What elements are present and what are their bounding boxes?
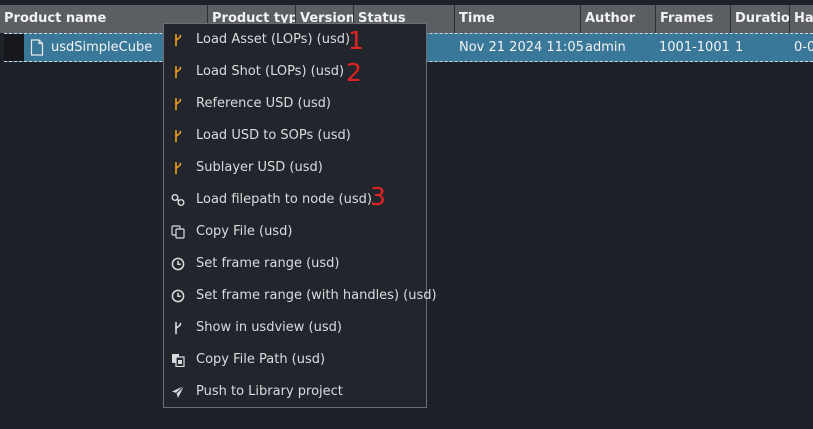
column-header-duration[interactable]: Duration	[731, 5, 790, 33]
annotation-number-1: 1	[348, 26, 364, 55]
row-gutter	[4, 34, 24, 61]
cell-handles: 0-0	[794, 40, 813, 55]
menu-item-reference-usd[interactable]: Reference USD (usd)	[164, 88, 426, 120]
menu-item-label: Set frame range (usd)	[196, 256, 340, 271]
menu-item-load-usd-to-sops[interactable]: Load USD to SOPs (usd)	[164, 120, 426, 152]
menu-item-label: Load Shot (LOPs) (usd)	[196, 64, 345, 79]
menu-item-label: Load Asset (LOPs) (usd)	[196, 32, 351, 47]
menu-item-label: Copy File Path (usd)	[196, 352, 326, 367]
annotation-number-2: 2	[346, 58, 362, 87]
menu-item-set-frame-range[interactable]: Set frame range (usd)	[164, 248, 426, 280]
menu-item-copy-file[interactable]: Copy File (usd)	[164, 216, 426, 248]
menu-item-label: Load USD to SOPs (usd)	[196, 128, 351, 143]
fork-icon	[175, 129, 182, 143]
fork-icon	[175, 321, 182, 335]
annotation-number-3: 3	[370, 182, 386, 211]
menu-item-label: Sublayer USD (usd)	[196, 160, 323, 175]
menu-item-copy-file-path[interactable]: Copy File Path (usd)	[164, 344, 426, 376]
cell-duration: 1	[735, 40, 744, 55]
cell-frames: 1001-1001	[659, 40, 730, 55]
menu-item-label: Set frame range (with handles) (usd)	[196, 288, 437, 303]
menu-item-set-frame-range-with-handles[interactable]: Set frame range (with handles) (usd)	[164, 280, 437, 312]
menu-item-label: Show in usdview (usd)	[196, 320, 342, 335]
fork-icon	[175, 161, 182, 175]
fork-icon	[175, 97, 182, 111]
clock-icon	[171, 257, 185, 271]
fork-icon	[175, 33, 182, 47]
menu-item-label: Copy File (usd)	[196, 224, 293, 239]
menu-item-show-in-usdview[interactable]: Show in usdview (usd)	[164, 312, 426, 344]
send-icon	[172, 385, 185, 398]
menu-item-load-asset-lops[interactable]: Load Asset (LOPs) (usd)	[164, 24, 426, 56]
clipboard-icon	[172, 354, 185, 367]
menu-item-label: Reference USD (usd)	[196, 96, 331, 111]
fork-icon	[175, 65, 182, 79]
column-header-handles[interactable]: Ha	[790, 5, 813, 33]
column-header-frames[interactable]: Frames	[656, 5, 731, 33]
cell-time: Nov 21 2024 11:05	[459, 40, 584, 55]
copy-icon	[171, 225, 185, 239]
menu-item-push-to-library[interactable]: Push to Library project	[164, 376, 426, 408]
context-menu: Load Asset (LOPs) (usd) Load Shot (LOPs)…	[163, 23, 437, 408]
link-icon	[171, 194, 185, 206]
column-header-author[interactable]: Author	[581, 5, 656, 33]
column-header-time[interactable]: Time	[455, 5, 581, 33]
menu-item-label: Push to Library project	[196, 384, 343, 399]
menu-item-sublayer-usd[interactable]: Sublayer USD (usd)	[164, 152, 426, 184]
clock-icon	[171, 289, 185, 303]
menu-item-load-shot-lops[interactable]: Load Shot (LOPs) (usd)	[164, 56, 426, 88]
menu-item-load-filepath-to-node[interactable]: Load filepath to node (usd)	[164, 184, 426, 216]
menu-item-label: Load filepath to node (usd)	[196, 192, 372, 207]
cell-author: admin	[585, 40, 626, 55]
file-icon	[30, 39, 44, 56]
cell-product-name: usdSimpleCube	[51, 40, 153, 55]
